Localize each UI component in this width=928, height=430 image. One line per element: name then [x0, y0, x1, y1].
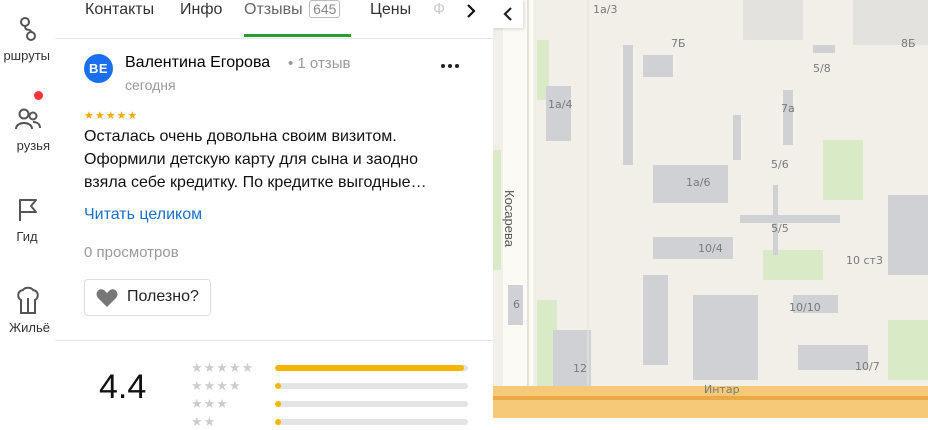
- tab-info[interactable]: Инфо: [180, 0, 222, 20]
- rating-row-bar: [275, 383, 468, 389]
- author-review-count: • 1 отзыв: [288, 55, 351, 72]
- review-stars: ★★★★★: [84, 110, 139, 122]
- rail-item-routes[interactable]: ршруты: [0, 14, 55, 63]
- chevron-right-icon[interactable]: [461, 1, 481, 21]
- tab-reviews-label: Отзывы: [244, 1, 303, 18]
- more-options-icon[interactable]: [438, 56, 462, 76]
- reviews-count-badge: 645: [309, 0, 341, 18]
- building-label: 1а/4: [548, 98, 573, 111]
- building-label: 12: [573, 362, 587, 375]
- review-date: сегодня: [125, 77, 176, 93]
- review-text-line: взяла себе кредитку. По кредитке выгодны…: [84, 174, 427, 191]
- organization-panel: Контакты Инфо Отзывы 645 Цены Ф ВЕ Вален…: [55, 0, 493, 429]
- helpful-button[interactable]: Полезно?: [84, 279, 211, 316]
- building-label: 5/6: [771, 158, 789, 171]
- rating-row-fill: [275, 419, 281, 425]
- avatar[interactable]: ВЕ: [84, 54, 113, 83]
- rail-label-friends: рузья: [16, 138, 50, 153]
- left-rail: ршруты рузья Гид Жильё: [0, 0, 56, 418]
- building-label: 7а: [781, 102, 795, 115]
- tab-contacts[interactable]: Контакты: [85, 0, 154, 20]
- building-label: 10 ст3: [846, 254, 883, 267]
- building-label: 1а/6: [686, 176, 711, 189]
- tab-reviews[interactable]: Отзывы 645: [244, 0, 341, 20]
- review-text: Осталась очень довольна своим визитом. О…: [84, 125, 464, 194]
- tab-photos[interactable]: Ф: [433, 0, 445, 20]
- tab-bar: Контакты Инфо Отзывы 645 Цены Ф: [55, 0, 493, 39]
- rail-item-housing[interactable]: Жильё: [0, 286, 55, 335]
- rating-row-stars: ★★★: [191, 396, 229, 411]
- map-canvas: [493, 0, 928, 418]
- views-count: 0 просмотров: [84, 244, 179, 261]
- rail-label-housing: Жильё: [9, 320, 50, 335]
- divider: [55, 340, 493, 341]
- routes-icon: [19, 17, 36, 41]
- rating-row-stars: ★★★★★: [191, 360, 255, 375]
- read-more-link[interactable]: Читать целиком: [84, 206, 202, 224]
- rating-row-bar: [275, 365, 468, 371]
- building-label: 8Б: [901, 37, 916, 50]
- rating-row-fill: [275, 383, 281, 389]
- rating-row-bar: [275, 419, 468, 425]
- notification-dot: [34, 91, 43, 100]
- rating-row-bar: [275, 401, 468, 407]
- rating-row-stars: ★★: [191, 414, 217, 429]
- building-label: 10/10: [789, 301, 821, 314]
- heart-icon: [96, 289, 118, 307]
- review-author[interactable]: Валентина Егорова: [125, 54, 270, 72]
- guide-flag-icon: [18, 199, 37, 221]
- poi-label[interactable]: Интар: [704, 383, 740, 396]
- rail-label-guide: Гид: [16, 229, 38, 244]
- street-label: Косарева: [502, 190, 517, 247]
- building-label: 10/7: [855, 360, 880, 373]
- friends-icon: [14, 108, 41, 130]
- collapse-panel-button[interactable]: [493, 0, 523, 28]
- housing-icon: [16, 286, 39, 314]
- rating-value: 4.4: [99, 368, 147, 406]
- building-label: 5/8: [813, 62, 831, 75]
- building-label: 1а/3: [593, 3, 618, 16]
- rail-item-guide[interactable]: Гид: [0, 195, 55, 244]
- building-label: 7Б: [671, 37, 686, 50]
- active-tab-indicator: [244, 34, 351, 37]
- chevron-left-icon: [503, 7, 512, 21]
- review-text-line: Осталась очень довольна своим визитом.: [84, 128, 397, 145]
- rating-row-fill: [275, 365, 465, 371]
- rail-label-routes: ршруты: [3, 48, 50, 63]
- tab-prices[interactable]: Цены: [370, 0, 411, 20]
- rail-item-friends[interactable]: рузья: [0, 91, 55, 153]
- map[interactable]: 1а/3 7Б 8Б 5/8 1а/4 7а 5/6 1а/6 5/5 10/4…: [493, 0, 928, 418]
- review-text-line: Оформили детскую карту для сына и заодно: [84, 151, 418, 168]
- building-label: 6: [513, 298, 520, 311]
- rating-row-fill: [275, 401, 281, 407]
- rating-row-stars: ★★★★: [191, 378, 242, 393]
- building-label: 10/4: [698, 242, 723, 255]
- building-label: 5/5: [771, 222, 789, 235]
- helpful-label: Полезно?: [127, 288, 199, 305]
